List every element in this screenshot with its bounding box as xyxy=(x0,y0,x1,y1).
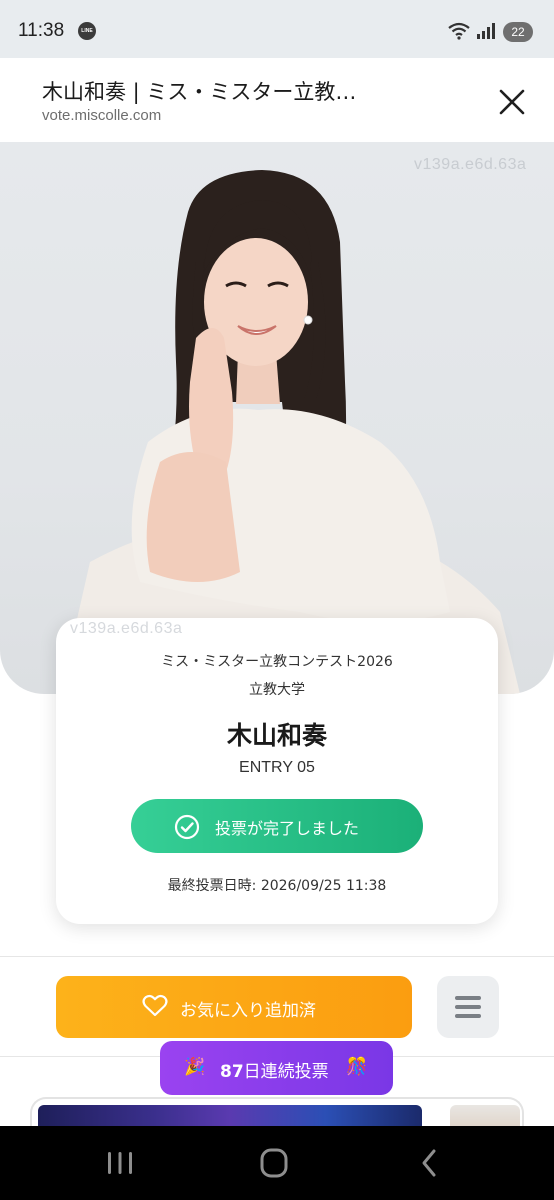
divider xyxy=(0,956,554,957)
candidate-name: 木山和奏 xyxy=(226,721,327,750)
close-button[interactable] xyxy=(490,80,534,124)
page-title: 木山和奏 | ミス・ミスター立教… xyxy=(42,80,357,104)
card-watermark: v139a.e6d.63a xyxy=(70,620,183,637)
wifi-icon xyxy=(448,22,470,40)
vote-complete-button[interactable]: 投票が完了しました xyxy=(131,799,423,853)
streak-days: 87 xyxy=(220,1062,244,1082)
line-app-icon: LINE xyxy=(78,22,96,40)
favorite-button[interactable]: お気に入り追加済 xyxy=(56,976,412,1038)
menu-icon xyxy=(455,996,481,1000)
back-icon xyxy=(422,1149,436,1177)
home-icon xyxy=(260,1148,288,1178)
profile-photo: v139a.e6d.63a xyxy=(0,142,554,694)
confetti-ball-icon: 🎊 xyxy=(346,1057,368,1077)
heart-icon xyxy=(142,994,168,1017)
browser-header: 木山和奏 | ミス・ミスター立教… vote.miscolle.com xyxy=(0,58,554,142)
menu-button[interactable] xyxy=(437,976,499,1038)
recent-apps-icon xyxy=(108,1152,132,1174)
streak-suffix: 日連続投票 xyxy=(243,1062,329,1082)
party-popper-icon: 🎉 xyxy=(184,1057,206,1077)
entry-number: ENTRY 05 xyxy=(239,759,315,776)
page-url: vote.miscolle.com xyxy=(42,107,162,124)
streak-label: 87日連続投票 xyxy=(220,1057,329,1082)
home-button[interactable] xyxy=(254,1146,294,1180)
navigation-bar xyxy=(0,1126,554,1200)
recent-apps-button[interactable] xyxy=(100,1146,140,1180)
profile-card: v139a.e6d.63a ミス・ミスター立教コンテスト2026 立教大学 木山… xyxy=(56,618,498,924)
close-icon xyxy=(499,89,525,115)
candidate-photo-illustration xyxy=(60,170,520,694)
status-time: 11:38 xyxy=(18,20,65,41)
vote-status-label: 投票が完了しました xyxy=(215,819,360,838)
status-bar: 11:38 LINE 22 xyxy=(0,0,554,58)
streak-badge: 🎉 87日連続投票 🎊 xyxy=(160,1041,393,1095)
battery-indicator: 22 xyxy=(503,22,533,42)
check-circle-icon xyxy=(174,814,200,840)
contest-name: ミス・ミスター立教コンテスト2026 xyxy=(161,654,393,670)
favorite-label: お気に入り追加済 xyxy=(180,1001,316,1021)
university-name: 立教大学 xyxy=(249,682,305,698)
signal-icon xyxy=(477,23,495,39)
last-vote-datetime: 最終投票日時: 2026/09/25 11:38 xyxy=(167,878,387,894)
hero-watermark: v139a.e6d.63a xyxy=(414,156,527,173)
back-button[interactable] xyxy=(410,1146,450,1180)
